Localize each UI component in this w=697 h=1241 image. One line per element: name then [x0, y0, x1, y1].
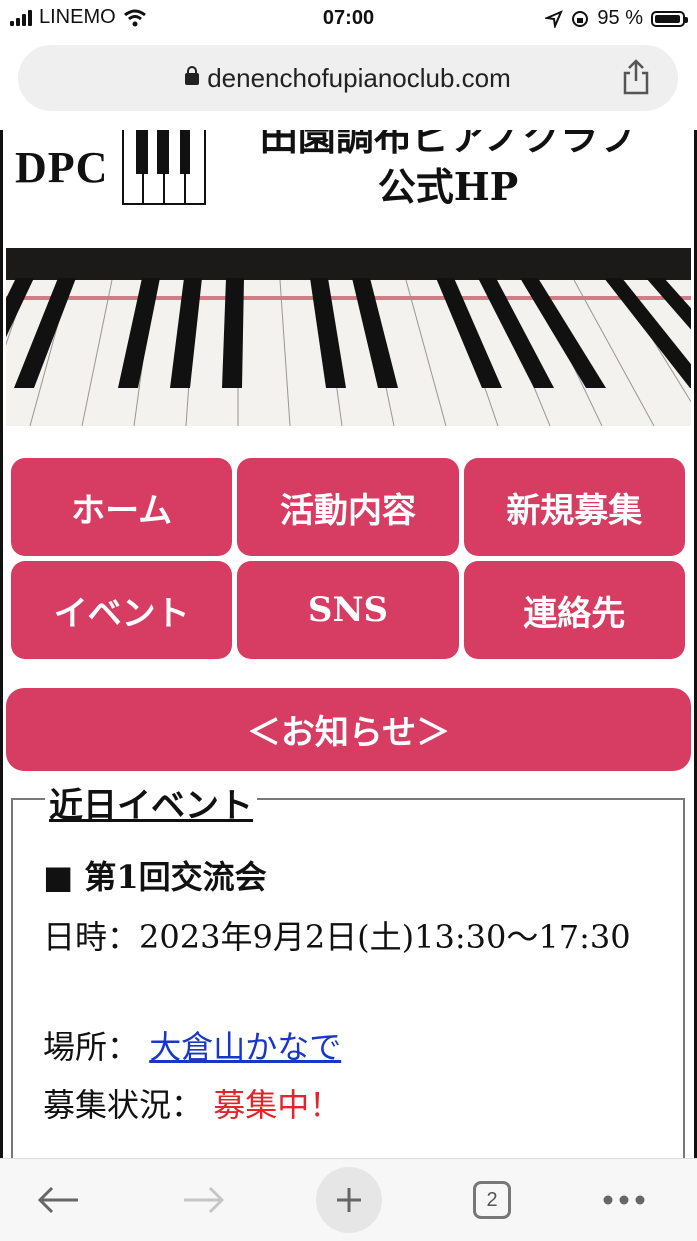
status-bar: LINEMO 07:00 95 % [0, 0, 697, 38]
piano-logo-icon [122, 130, 206, 205]
nav-recruitment-button[interactable]: 新規募集 [463, 458, 685, 556]
forward-button[interactable] [166, 1159, 242, 1241]
url-display[interactable]: denenchofupianoclub.com [18, 63, 678, 94]
event-place: 場所： 大倉山かなで [43, 1022, 341, 1068]
event-title: ■ 第1回交流会 [43, 858, 267, 896]
forward-arrow-icon [184, 1186, 225, 1214]
nav-contact-button[interactable]: 連絡先 [463, 561, 685, 659]
notice-button[interactable]: ＜お知らせ＞ [6, 688, 691, 771]
browser-toolbar: 2 [0, 1158, 697, 1241]
tabs-icon: 2 [473, 1181, 511, 1219]
event-status: 募集状況： 募集中！ [43, 1080, 341, 1126]
url-text: denenchofupianoclub.com [207, 63, 511, 93]
back-arrow-icon [37, 1186, 78, 1214]
event-date-value: 2023年9月2日(土)13:30〜17:30 [139, 918, 631, 956]
events-heading: 近日イベント [45, 778, 257, 827]
site-title-line1: 田園調布ピアノクラブ [259, 130, 637, 159]
event-date: 日時：2023年9月2日(土)13:30〜17:30 [43, 908, 643, 966]
tab-count: 2 [486, 1188, 498, 1211]
event-status-label: 募集状況： [43, 1086, 204, 1124]
nav-events-button[interactable]: イベント [11, 561, 233, 659]
event-date-label: 日時： [43, 918, 140, 956]
more-icon [603, 1195, 645, 1205]
upcoming-events-box: 近日イベント ■ 第1回交流会 日時：2023年9月2日(土)13:30〜17:… [11, 778, 685, 1158]
battery-percent: 95 % [597, 7, 643, 29]
plus-icon [337, 1188, 361, 1212]
nav-menu: ホーム 活動内容 新規募集 イベント SNS 連絡先 [11, 458, 685, 659]
nav-activities-button[interactable]: 活動内容 [237, 458, 459, 556]
status-icons: 95 % [545, 7, 688, 30]
location-icon [545, 9, 564, 28]
share-icon[interactable] [620, 59, 652, 95]
address-bar[interactable]: denenchofupianoclub.com [18, 45, 678, 111]
nav-sns-button[interactable]: SNS [237, 561, 459, 659]
site-title-line2: 公式HP [377, 164, 519, 209]
more-button[interactable] [596, 1159, 652, 1241]
event-status-value: 募集中！ [213, 1086, 342, 1124]
lock-icon [185, 66, 200, 85]
tabs-button[interactable]: 2 [462, 1159, 522, 1241]
new-tab-button[interactable] [314, 1159, 384, 1241]
back-button[interactable] [20, 1159, 96, 1241]
nav-home-button[interactable]: ホーム [11, 458, 233, 556]
site-title: 田園調布ピアノクラブ 公式HP [223, 130, 673, 212]
piano-keys-banner [6, 248, 691, 426]
logo-text: DPC [15, 143, 109, 192]
event-place-label: 場所： [43, 1028, 140, 1066]
rotation-lock-icon [572, 10, 589, 27]
web-content: DPC 田園調布ピアノクラブ 公式HP ホーム 活動内容 新規募集 イベント S… [0, 130, 697, 1158]
event-place-link[interactable]: 大倉山かなで [149, 1028, 341, 1066]
battery-icon [651, 10, 688, 27]
